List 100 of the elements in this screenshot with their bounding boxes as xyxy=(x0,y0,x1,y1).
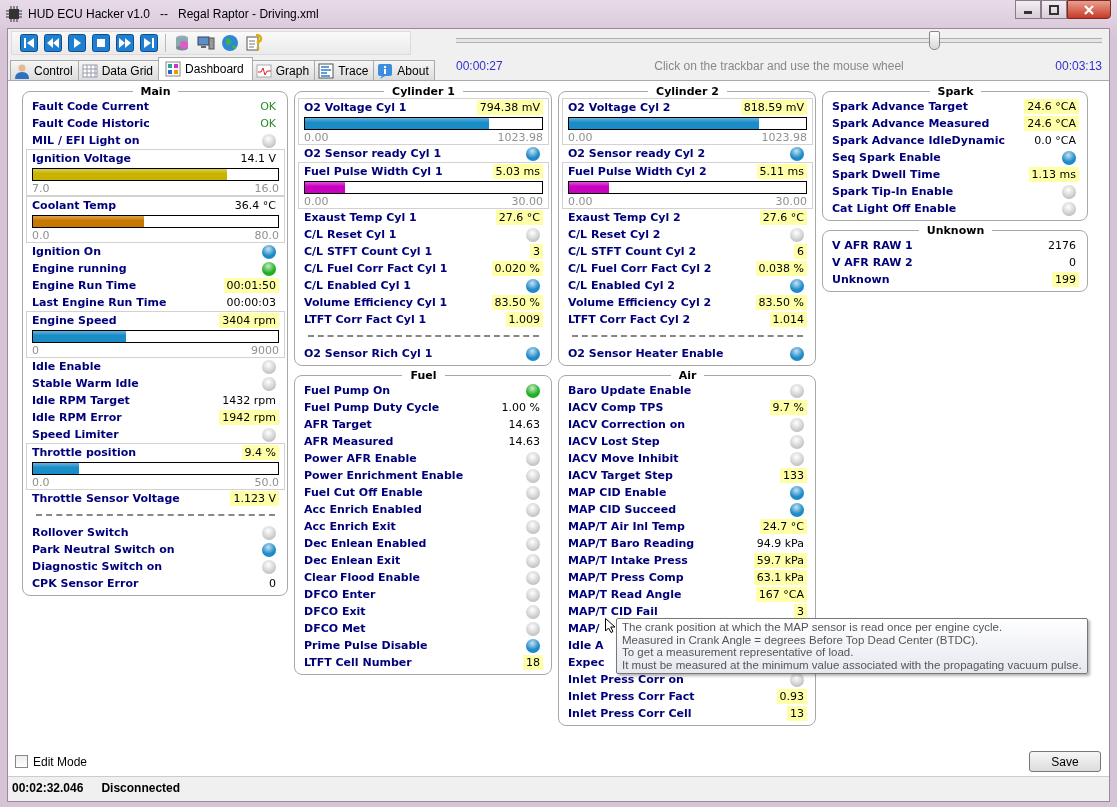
gauge-max: 1023.98 xyxy=(761,130,807,144)
field-label: Unknown xyxy=(832,273,890,286)
field-label: C/L STFT Count Cyl 2 xyxy=(568,245,697,258)
field-label: MAP/T Air Inl Temp xyxy=(568,520,685,533)
stop-button[interactable] xyxy=(92,34,110,52)
end-time: 00:03:13 xyxy=(1055,59,1102,73)
field-value: 5.03 ms xyxy=(492,164,543,179)
checkbox-label[interactable]: Edit Mode xyxy=(33,754,88,769)
field-label: V AFR RAW 1 xyxy=(832,239,913,252)
field-label: Volume Efficiency Cyl 1 xyxy=(304,296,448,309)
field-label: Throttle Sensor Voltage xyxy=(32,492,180,505)
field-label: Idle A xyxy=(568,639,604,652)
help-button[interactable] xyxy=(245,34,263,52)
tooltip-line: Measured in Crank Angle = degrees Before Top Dead Center (BTDC). xyxy=(622,633,980,646)
field-label: Prime Pulse Disable xyxy=(304,639,428,652)
field-label: C/L Reset Cyl 1 xyxy=(304,228,397,241)
field-label: C/L Enabled Cyl 1 xyxy=(304,279,411,292)
field-label: Inlet Press Corr on xyxy=(568,673,684,686)
save-button[interactable]: Save xyxy=(1029,751,1101,772)
field-label: Engine Speed xyxy=(32,314,117,327)
field-value: 3404 rpm xyxy=(219,313,279,328)
tab[interactable]: Control xyxy=(10,60,79,80)
gauge-max: 16.0 xyxy=(254,181,279,195)
field-value: 63.1 kPa xyxy=(753,570,807,585)
field-value: 59.7 kPa xyxy=(753,553,807,568)
field-value: 794.38 mV xyxy=(476,100,543,115)
field-value: 133 xyxy=(780,468,807,483)
rewind-button[interactable] xyxy=(44,34,62,52)
field-label: Baro Update Enable xyxy=(568,384,692,397)
field-value: 0 xyxy=(1068,255,1077,270)
start-time: 00:00:27 xyxy=(456,59,503,73)
field-label: IACV Target Step xyxy=(568,469,673,482)
gauge-min: 0.00 xyxy=(304,130,329,144)
field-label: MAP/T Intake Press xyxy=(568,554,688,567)
field-value: 0.0 °CA xyxy=(1033,133,1077,148)
field-label: MAP/T Read Angle xyxy=(568,588,682,601)
field-label: O2 Sensor Rich Cyl 1 xyxy=(304,347,433,360)
field-label: C/L Reset Cyl 2 xyxy=(568,228,661,241)
chart-icon xyxy=(255,62,272,79)
panel-title: Main xyxy=(139,85,172,98)
fast-forward-button[interactable] xyxy=(116,34,134,52)
close-icon xyxy=(1083,4,1095,15)
field-label: MAP/T Baro Reading xyxy=(568,537,695,550)
chip-icon xyxy=(6,6,22,22)
field-label: C/L Fuel Corr Fact Cyl 2 xyxy=(568,262,712,275)
field-label: Engine running xyxy=(32,262,127,275)
field-label: MAP CID Enable xyxy=(568,486,667,499)
field-label: Cat Light Off Enable xyxy=(832,202,957,215)
field-label: Spark Advance Target xyxy=(832,100,968,113)
field-value: 167 °CA xyxy=(755,587,807,602)
field-label: LTFT Corr Fact Cyl 2 xyxy=(568,313,691,326)
field-value: 1.014 xyxy=(769,312,807,327)
field-label: C/L STFT Count Cyl 1 xyxy=(304,245,433,258)
tab[interactable]: Trace xyxy=(314,60,375,80)
elapsed-time: 00:02:32.046 xyxy=(12,781,84,795)
field-label: CPK Sensor Error xyxy=(32,577,139,590)
minimize-button[interactable] xyxy=(1015,0,1041,19)
field-value: OK xyxy=(259,116,277,131)
field-label: Park Neutral Switch on xyxy=(32,543,175,556)
skip-end-button[interactable] xyxy=(140,34,158,52)
field-label: DFCO Enter xyxy=(304,588,376,601)
field-value: 27.6 °C xyxy=(495,210,543,225)
close-button[interactable] xyxy=(1067,0,1111,19)
field-label: Volume Efficiency Cyl 2 xyxy=(568,296,712,309)
tab[interactable]: Graph xyxy=(251,60,316,80)
field-label: Throttle position xyxy=(32,446,137,459)
field-value: 9.7 % xyxy=(769,400,807,415)
field-label: Acc Enrich Enabled xyxy=(304,503,422,516)
field-label: Idle Enable xyxy=(32,360,101,373)
gauge-min: 0 xyxy=(32,343,39,357)
tab[interactable]: Data Grid xyxy=(77,60,160,80)
field-label: Fault Code Historic xyxy=(32,117,150,130)
field-label: IACV Comp TPS xyxy=(568,401,664,414)
field-value: 818.59 mV xyxy=(740,100,807,115)
panel-title: Cylinder 1 xyxy=(391,85,456,98)
tooltip-line: To get a measurement representative of load. xyxy=(622,646,855,659)
connection-status: Disconnected xyxy=(101,781,181,795)
field-value: 6 xyxy=(794,244,807,259)
maximize-icon xyxy=(1048,4,1060,15)
tab[interactable]: About xyxy=(373,60,435,80)
checkbox[interactable] xyxy=(15,755,28,768)
computer-button[interactable] xyxy=(197,34,215,52)
trackbar-thumb[interactable] xyxy=(929,31,941,50)
field-label: MAP CID Succeed xyxy=(568,503,677,516)
field-value: 1.009 xyxy=(505,312,543,327)
field-value: 00:01:50 xyxy=(223,278,279,293)
field-label: Spark Tip-In Enable xyxy=(832,185,954,198)
field-label: Fault Code Current xyxy=(32,100,150,113)
field-value: 18 xyxy=(523,655,543,670)
globe-button[interactable] xyxy=(221,34,239,52)
field-label: O2 Voltage Cyl 1 xyxy=(304,101,407,114)
tab[interactable]: Dashboard xyxy=(158,57,253,80)
skip-start-button[interactable] xyxy=(20,34,38,52)
database-button[interactable] xyxy=(173,34,191,52)
field-label: Engine Run Time xyxy=(32,279,137,292)
field-label: Fuel Pulse Width Cyl 1 xyxy=(304,165,443,178)
maximize-button[interactable] xyxy=(1041,0,1067,19)
field-label: DFCO Exit xyxy=(304,605,366,618)
field-value: 2176 xyxy=(1047,238,1077,253)
play-button[interactable] xyxy=(68,34,86,52)
